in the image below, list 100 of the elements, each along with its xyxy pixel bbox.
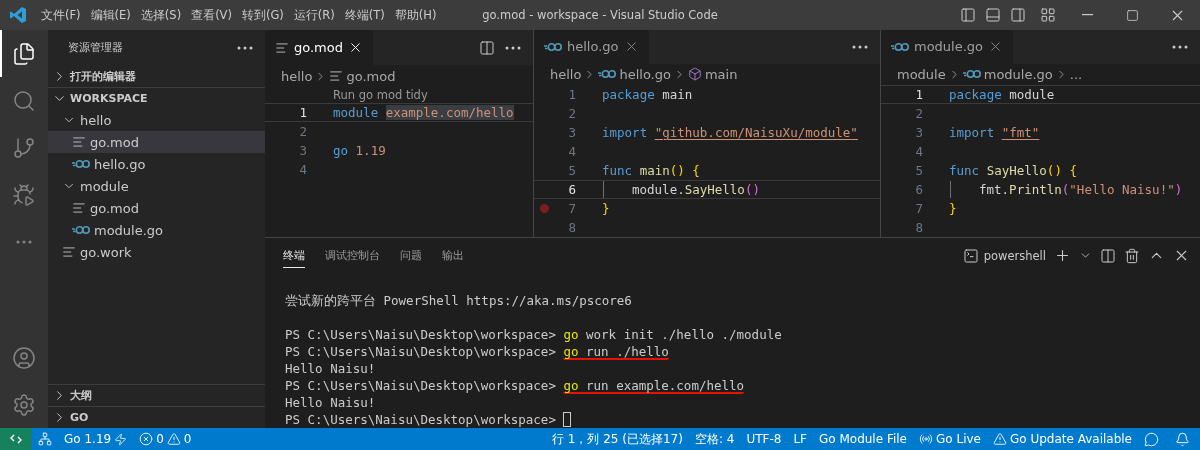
breadcrumb[interactable]: module.go [962,66,1053,82]
status-item[interactable]: LF [787,428,813,450]
terminal-cursor [562,412,571,427]
panel-right-icon [1009,7,1026,23]
line-number: 4 [915,144,923,159]
terminal-line: Hello Naisu! [285,360,376,377]
bug-play-icon [12,182,36,207]
go-file-icon [72,159,90,169]
more-icon [237,45,253,50]
terminal-line: PS C:\Users\Naisu\Desktop\workspace> go run example.com/hello [285,377,745,394]
line-number: 2 [915,106,923,121]
sidebar-title: 资源管理器 [68,40,123,55]
more-icon [852,44,868,49]
grid-icon [1039,7,1056,23]
menu-item[interactable]: 终端(T) [339,0,390,30]
breadcrumb[interactable]: main [687,66,738,82]
remote-button[interactable] [0,428,32,450]
problems-button[interactable]: 0 0 [133,428,198,450]
panel-tab[interactable]: 输出 [442,243,464,268]
line-number: 2 [568,106,576,121]
close-icon [348,40,363,55]
menu-item[interactable]: 查看(V) [186,0,237,30]
file-lines-icon [62,245,76,259]
breadcrumb[interactable]: go.mod [329,68,396,84]
line-number: 4 [299,162,307,177]
code-line: } [602,201,610,216]
warning-icon [992,432,1007,446]
breadcrumb[interactable]: module [897,66,946,82]
remote-icon [10,434,22,444]
menu-item[interactable]: 转到(G) [236,0,289,30]
menu-item[interactable]: 选择(S) [135,0,187,30]
panel-bottom-icon [984,7,1001,23]
breadcrumb[interactable]: hello [550,66,582,82]
tree-item[interactable]: go.mod [48,197,265,219]
tree-item[interactable]: hello.go [48,153,265,175]
tree-item[interactable]: hello [48,109,265,131]
codelens-link[interactable]: Run go mod tidy [333,88,428,102]
line-number: 3 [568,125,576,140]
line-number: 2 [299,124,307,139]
line-number: 4 [568,144,576,159]
status-item[interactable]: UTF-8 [740,428,788,450]
tree-item[interactable]: go.mod [48,131,265,153]
section-header[interactable]: 打开的编辑器 [48,65,265,87]
go-file-icon [72,225,90,235]
line-number: 8 [915,220,923,235]
file-lines-icon [72,135,86,149]
line-number: 3 [299,143,307,158]
go-file-icon [544,41,562,52]
panel-tab[interactable]: 调试控制台 [325,243,380,268]
menu-item[interactable]: 运行(R) [288,0,340,30]
status-item[interactable]: 空格: 4 [688,428,741,450]
tree-item[interactable]: go.work [48,241,265,263]
status-item[interactable]: Go Module File [813,428,913,450]
app-logo-icon [9,6,27,24]
line-number: 6 [915,182,923,197]
line-number: 5 [915,163,923,178]
breadcrumb[interactable]: hello [281,68,313,84]
error-icon [139,432,154,446]
editor-tab[interactable]: go.mod [265,30,373,65]
line-number: 1 [299,105,307,120]
code-line: func SayHello() { [949,163,1077,178]
line-number: 7 [568,201,576,216]
code-line: fmt.Println("Hello Naisu!") [979,182,1183,197]
terminal-icon [962,247,979,264]
search-icon [12,88,36,113]
lightning-icon [114,432,128,446]
code-line: module.SayHello() [632,182,760,197]
terminal-line: PS C:\Users\Naisu\Desktop\workspace> [285,411,556,428]
section-header[interactable]: 大纲 [48,384,265,406]
window-title: go.mod - workspace - Visual Studio Code [482,8,718,22]
files-icon [12,41,36,66]
status-item[interactable]: 行 1，列 25 (已选择17) [545,428,689,450]
tree-item[interactable]: module.go [48,219,265,241]
status-item[interactable]: Go Live [913,428,987,450]
code-line: package module [949,87,1055,102]
breadcrumb[interactable]: ... [1069,66,1083,82]
go-file-icon [962,69,981,80]
tree-item[interactable]: module [48,175,265,197]
section-header[interactable]: WORKSPACE [48,87,265,109]
breadcrumb[interactable]: hello.go [598,66,671,82]
cube-icon [687,67,702,82]
menu-item[interactable]: 帮助(H) [389,0,442,30]
terminal-selector[interactable]: powershell [962,247,1046,264]
broadcast-icon [919,432,933,446]
branch-icon [12,135,36,160]
menu-item[interactable]: 文件(F) [36,0,86,30]
panel-tab[interactable]: 问题 [400,243,422,268]
editor-tab[interactable]: module.go [881,30,1014,64]
editor-tab[interactable]: hello.go [534,30,649,64]
settings-icon [12,392,36,417]
status-item[interactable]: Go 1.19 [58,428,134,450]
terminal-line: PS C:\Users\Naisu\Desktop\workspace> go run ./hello [285,343,669,360]
line-number: 5 [568,163,576,178]
network-icon [38,432,52,446]
panel-tab[interactable]: 终端 [283,243,305,268]
code-line: import "github.com/NaisuXu/module" [602,125,858,140]
breakpoint-dot[interactable] [540,204,549,213]
line-number: 8 [568,220,576,235]
menu-item[interactable]: 编辑(E) [85,0,136,30]
status-item[interactable]: Go Update Available [986,428,1138,450]
